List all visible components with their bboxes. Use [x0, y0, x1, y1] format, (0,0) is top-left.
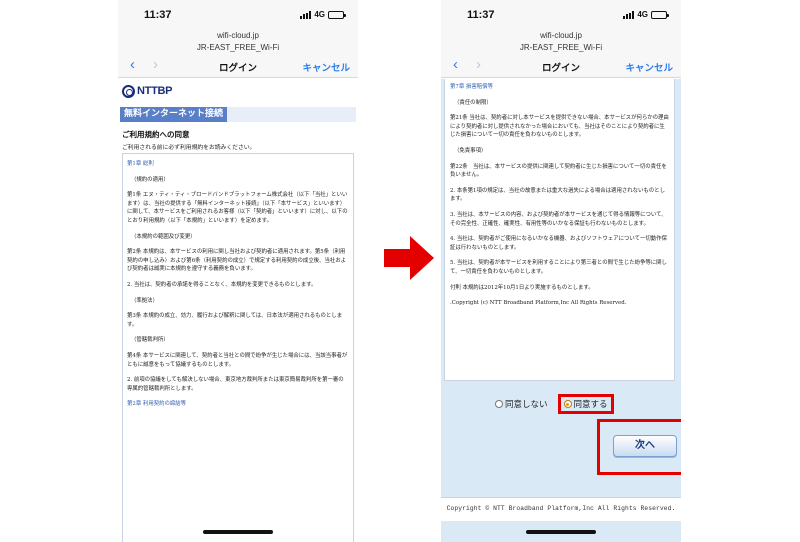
- status-time: 11:37: [467, 9, 495, 21]
- terms-paragraph: .Copyright (c) NTT Broadband Platform,In…: [450, 300, 627, 307]
- login-navbar: ‹ › ログイン キャンセル: [118, 54, 358, 78]
- right-phone-screen: 11:37 4G wifi-cloud.jp JR-EAST_FREE_Wi-F…: [441, 0, 681, 542]
- service-banner: 無料インターネット接続: [120, 107, 356, 122]
- ntt-logo-icon: [122, 84, 135, 98]
- section-heading: （本規約の範囲及び変更）: [131, 233, 196, 240]
- chapter-heading: 第2章 利用契約の締結等: [127, 401, 187, 408]
- chapter-heading: 第1章 総則: [127, 161, 154, 167]
- section-heading: （免責事項）: [454, 147, 487, 154]
- terms-paragraph: 2. 本条第1項の規定は、当社の故意または重大な過失による場合は適用されないもの…: [450, 187, 665, 203]
- nttbp-logo: NTTBP: [122, 83, 172, 99]
- login-navbar: ‹ › ログイン キャンセル: [441, 54, 681, 78]
- next-button-highlight: 次へ: [597, 419, 681, 475]
- terms-paragraph: 第22条 当社は、本サービスの提供に関連して契約者に生じた損害について一切の責任…: [450, 163, 667, 179]
- next-button[interactable]: 次へ: [613, 435, 677, 457]
- section-heading: （責任の制限）: [454, 99, 492, 106]
- home-indicator: [203, 530, 273, 534]
- terms-scroll-box[interactable]: 第1章 総則 （規約の適用） 第1条 エヌ・ティ・ティ・ブロードバンドプラットフォー…: [122, 153, 354, 542]
- agreement-radio-group: 同意しない 同意する: [495, 394, 614, 414]
- cancel-button[interactable]: キャンセル: [625, 60, 673, 74]
- agree-radio[interactable]: [563, 400, 572, 408]
- terms-paragraph: 2. 当社は、契約者の承諾を得ることなく、本規約を変更できるものとします。: [127, 281, 317, 288]
- terms-paragraph: 付則 本規約は2012年10月1日より実施するものとします。: [450, 284, 594, 291]
- disagree-label: 同意しない: [505, 400, 548, 410]
- battery-icon: [328, 10, 346, 19]
- terms-paragraph: 第4条 本サービスに関連して、契約者と当社との間で紛争が生じた場合には、当該当事…: [127, 352, 348, 368]
- copyright-footer: Copyright © NTT Broadband Platform,Inc A…: [441, 497, 681, 521]
- terms-paragraph: 3. 当社は、本サービスの内容、および契約者が本サービスを通じて得る情報等につい…: [450, 211, 667, 227]
- agree-subtitle: ご利用される前に必ず利用規約をお読みください。: [122, 145, 256, 151]
- network-label: 4G: [637, 10, 648, 19]
- status-bar: 11:37 4G: [118, 0, 358, 28]
- url-ssid: JR-EAST_FREE_Wi-Fi: [196, 43, 280, 52]
- address-bar[interactable]: wifi-cloud.jp JR-EAST_FREE_Wi-Fi: [441, 28, 681, 54]
- signal-icon: [623, 10, 635, 19]
- signal-icon: [300, 10, 312, 19]
- battery-icon: [651, 10, 669, 19]
- agree-title: ご利用規約への同意: [122, 130, 190, 139]
- network-label: 4G: [314, 10, 325, 19]
- agree-option[interactable]: 同意する: [557, 394, 614, 414]
- service-tag: 無料インターネット接続: [120, 107, 228, 122]
- terms-paragraph: 5. 当社は、契約者が本サービスを利用することにより第三者との間で生じた紛争等に…: [450, 260, 667, 275]
- section-heading: （準拠法）: [131, 297, 158, 304]
- address-bar[interactable]: wifi-cloud.jp JR-EAST_FREE_Wi-Fi: [118, 28, 358, 54]
- chapter-heading: 第7章 損害賠償等: [450, 84, 493, 90]
- status-time: 11:37: [144, 9, 172, 21]
- terms-paragraph: 第3条 本規約の成立、効力、履行および解釈に関しては、日本法が適用されるものとし…: [127, 313, 343, 328]
- terms-page: NTTBP 無料インターネット接続 ご利用規約への同意 ご利用される前に必ず利用…: [118, 79, 358, 542]
- agree-label: 同意する: [573, 400, 608, 410]
- terms-paragraph: 第21条 当社は、契約者に対し本サービスを提供できない場合、本サービスが何らかの…: [450, 115, 669, 139]
- url-domain: wifi-cloud.jp: [540, 31, 582, 40]
- status-bar: 11:37 4G: [441, 0, 681, 28]
- url-ssid: JR-EAST_FREE_Wi-Fi: [519, 43, 603, 52]
- cancel-button[interactable]: キャンセル: [302, 60, 350, 74]
- terms-scroll-box[interactable]: 第7章 損害賠償等 （責任の制限） 第21条 当社は、契約者に対し本サービスを提供で…: [444, 79, 675, 381]
- section-heading: （管轄裁判所）: [131, 337, 169, 344]
- terms-paragraph: 4. 当社は、契約者がご使用になるいかなる機器、およびソフトウェアについて一切動…: [450, 236, 667, 251]
- home-indicator: [526, 530, 596, 534]
- url-domain: wifi-cloud.jp: [217, 31, 259, 40]
- terms-paragraph: 第1条 エヌ・ティ・ティ・ブロードバンドプラットフォーム株式会社（以下「当社」と…: [127, 192, 348, 224]
- disagree-radio[interactable]: [495, 400, 503, 408]
- terms-form: 第7章 損害賠償等 （責任の制限） 第21条 当社は、契約者に対し本サービスを提供で…: [441, 79, 681, 542]
- disagree-option[interactable]: 同意しない: [495, 398, 548, 410]
- screenshot-stage: 11:37 4G wifi-cloud.jp JR-EAST_FREE_Wi-F…: [0, 0, 800, 542]
- left-phone-screen: 11:37 4G wifi-cloud.jp JR-EAST_FREE_Wi-F…: [118, 0, 358, 542]
- terms-paragraph: 第2条 本規約は、本サービスの利用に関し当社および契約者に適用されます。第5条（…: [127, 249, 347, 273]
- terms-paragraph: 2. 前項の協議をしても解決しない場合、東京地方裁判所または東京簡易裁判所を第一…: [127, 377, 344, 392]
- section-heading: （規約の適用）: [131, 176, 169, 183]
- next-step-arrow-icon: [384, 236, 434, 280]
